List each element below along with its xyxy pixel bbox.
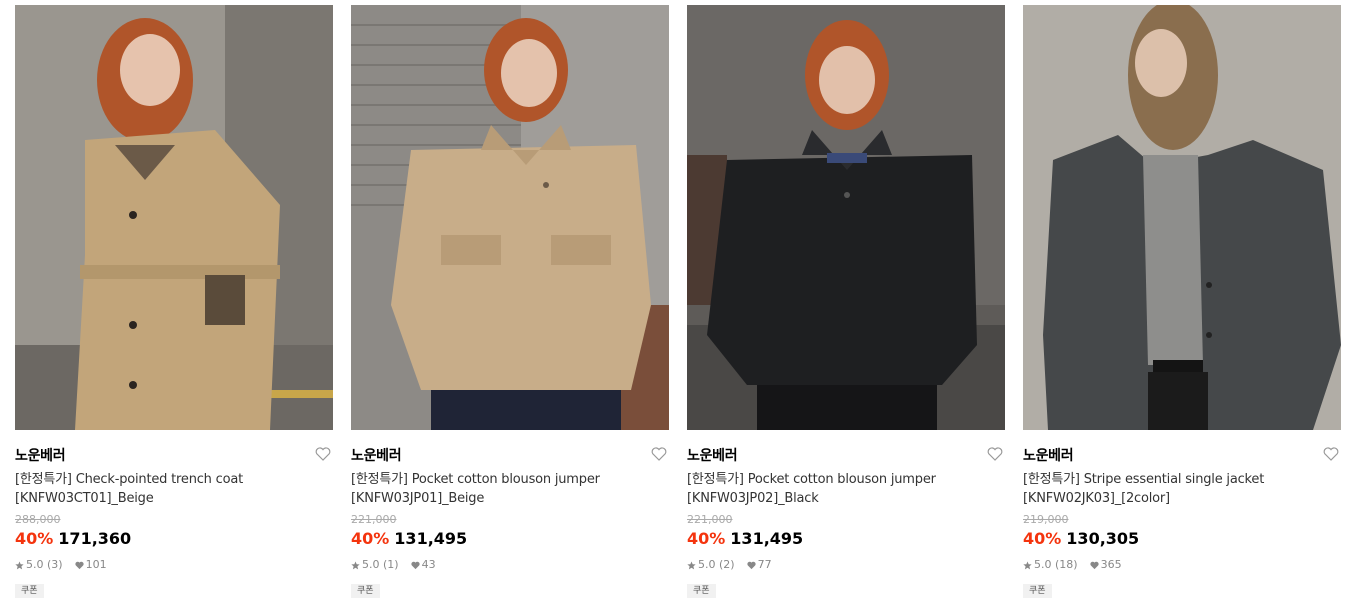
discount-rate: 40%	[15, 529, 54, 548]
review-stats: 5.0 (3) 101	[15, 558, 333, 572]
heart-filled-icon	[410, 561, 420, 569]
star-icon	[351, 560, 360, 569]
wishlist-heart-icon[interactable]	[987, 447, 1003, 461]
brand-name[interactable]: 노운베러	[15, 448, 66, 464]
product-name[interactable]: [한정특가] Pocket cotton blouson jumper [KNF…	[351, 470, 651, 508]
product-image[interactable]	[15, 5, 333, 430]
original-price: 288,000	[15, 513, 61, 526]
product-image[interactable]	[1023, 5, 1341, 430]
wishlist-heart-icon[interactable]	[1323, 447, 1339, 461]
product-card[interactable]: 노운베러 [한정특가] Stripe essential single jack…	[1023, 5, 1341, 598]
discount-rate: 40%	[1023, 529, 1062, 548]
product-name[interactable]: [한정특가] Stripe essential single jacket [K…	[1023, 470, 1323, 508]
product-card[interactable]: 노운베러 [한정특가] Pocket cotton blouson jumper…	[687, 5, 1005, 598]
like-count: 43	[421, 558, 436, 571]
like-count: 101	[85, 558, 107, 571]
price-row: 40% 171,360	[15, 529, 333, 549]
review-count: (18)	[1055, 558, 1078, 571]
product-name[interactable]: [한정특가] Pocket cotton blouson jumper [KNF…	[687, 470, 987, 508]
sale-price: 131,495	[394, 529, 468, 548]
product-image[interactable]	[687, 5, 1005, 430]
brand-name[interactable]: 노운베러	[687, 448, 738, 464]
coupon-badge: 쿠폰	[1023, 584, 1052, 598]
price-row: 40% 131,495	[351, 529, 669, 549]
product-card[interactable]: 노운베러 [한정특가] Pocket cotton blouson jumper…	[351, 5, 669, 598]
original-price: 221,000	[351, 513, 397, 526]
discount-rate: 40%	[351, 529, 390, 548]
heart-filled-icon	[746, 561, 756, 569]
original-price: 221,000	[687, 513, 733, 526]
price-row: 40% 130,305	[1023, 529, 1341, 549]
wishlist-heart-icon[interactable]	[315, 447, 331, 461]
brand-name[interactable]: 노운베러	[1023, 448, 1074, 464]
coupon-badge: 쿠폰	[15, 584, 44, 598]
review-stats: 5.0 (1) 43	[351, 558, 669, 572]
review-count: (2)	[719, 558, 735, 571]
heart-filled-icon	[74, 561, 84, 569]
sale-price: 130,305	[1066, 529, 1140, 548]
coupon-badge: 쿠폰	[687, 584, 716, 598]
original-price: 219,000	[1023, 513, 1069, 526]
like-count: 365	[1100, 558, 1122, 571]
review-stats: 5.0 (18) 365	[1023, 558, 1341, 572]
rating: 5.0	[26, 558, 44, 571]
price-row: 40% 131,495	[687, 529, 1005, 549]
like-count: 77	[757, 558, 772, 571]
sale-price: 131,495	[730, 529, 804, 548]
product-image[interactable]	[351, 5, 669, 430]
sale-price: 171,360	[58, 529, 132, 548]
product-card[interactable]: 노운베러 [한정특가] Check-pointed trench coat [K…	[15, 5, 333, 598]
review-count: (3)	[47, 558, 63, 571]
star-icon	[15, 560, 24, 569]
rating: 5.0	[698, 558, 716, 571]
brand-name[interactable]: 노운베러	[351, 448, 402, 464]
star-icon	[1023, 560, 1032, 569]
review-count: (1)	[383, 558, 399, 571]
rating: 5.0	[1034, 558, 1052, 571]
rating: 5.0	[362, 558, 380, 571]
heart-filled-icon	[1089, 561, 1099, 569]
wishlist-heart-icon[interactable]	[651, 447, 667, 461]
review-stats: 5.0 (2) 77	[687, 558, 1005, 572]
star-icon	[687, 560, 696, 569]
coupon-badge: 쿠폰	[351, 584, 380, 598]
product-grid: 노운베러 [한정특가] Check-pointed trench coat [K…	[0, 0, 1350, 598]
product-name[interactable]: [한정특가] Check-pointed trench coat [KNFW03…	[15, 470, 315, 508]
discount-rate: 40%	[687, 529, 726, 548]
